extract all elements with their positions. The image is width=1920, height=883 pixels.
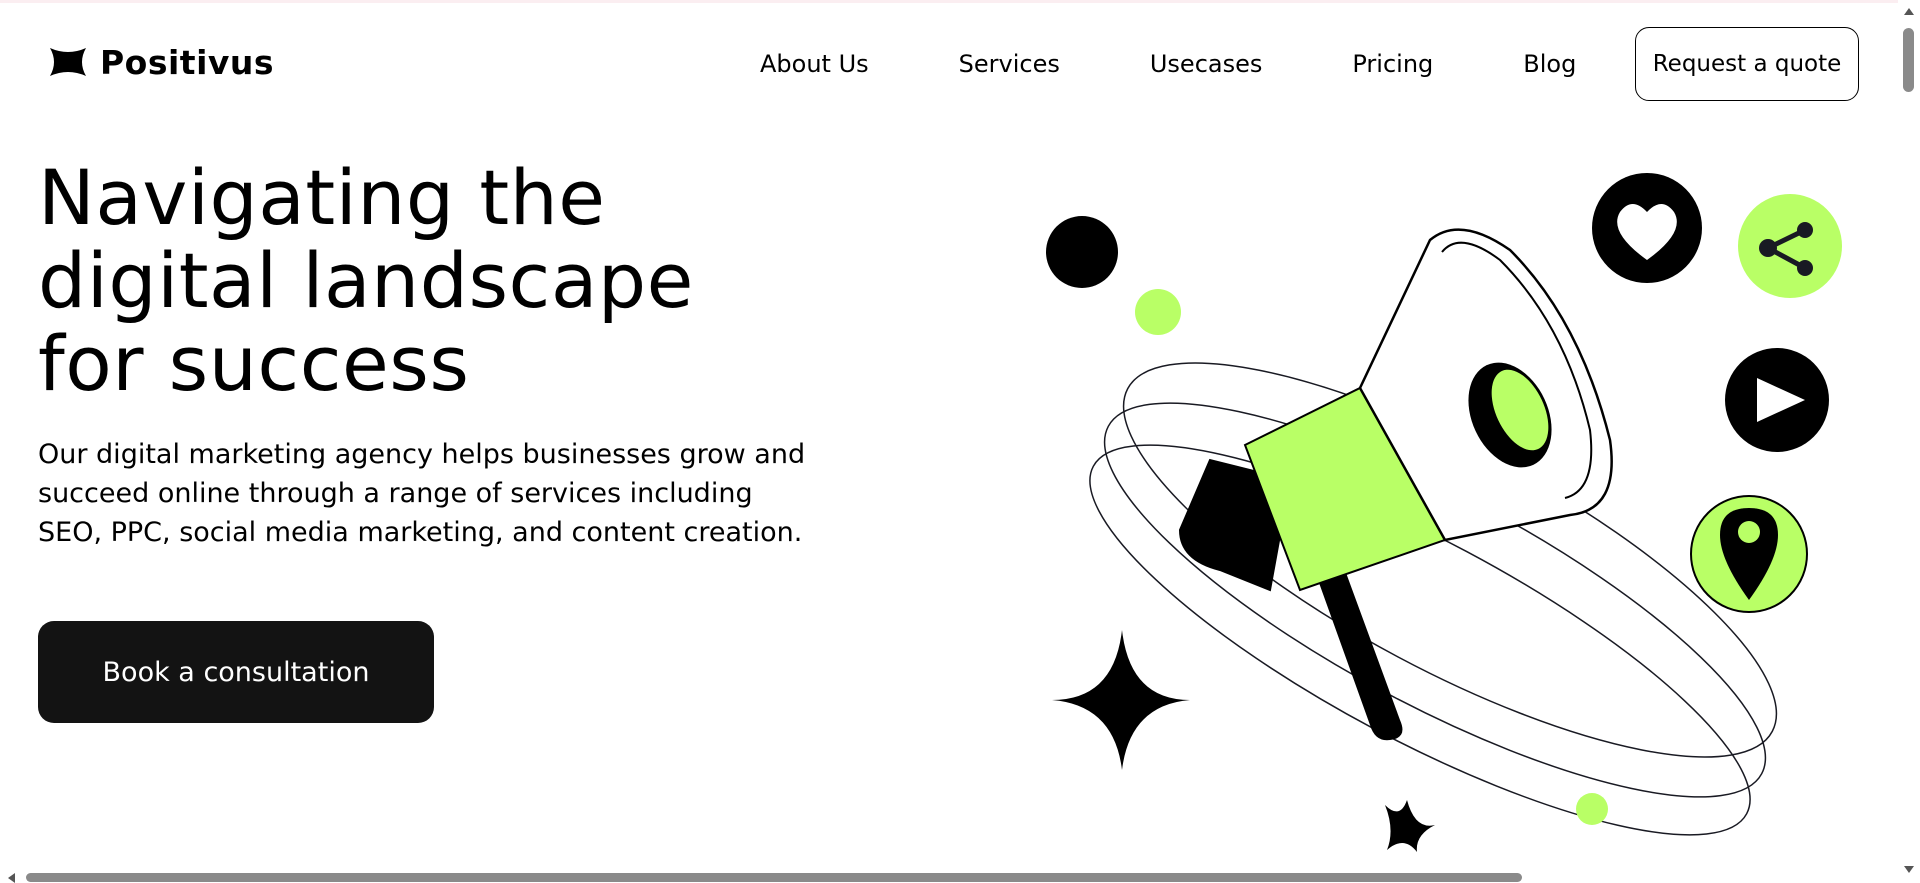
hero-title: Navigating the digital landscape for suc… [38,156,838,405]
scrollbar-thumb[interactable] [1903,28,1914,92]
green-dot-small [1576,793,1608,825]
nav-usecases[interactable]: Usecases [1150,48,1263,80]
request-quote-button[interactable]: Request a quote [1635,27,1859,101]
hero-title-line: for success [38,319,470,408]
nav-about-us[interactable]: About Us [760,48,869,80]
scroll-up-icon[interactable] [1904,8,1914,15]
scroll-left-icon[interactable] [8,873,15,883]
book-consultation-button[interactable]: Book a consultation [38,621,434,723]
green-dot [1135,289,1181,335]
sparkle-star-icon [1052,630,1190,770]
nav-pricing[interactable]: Pricing [1352,48,1433,80]
main-nav: About Us Services Usecases Pricing Blog [760,48,1622,80]
share-icon [1738,194,1842,298]
hero-description: Our digital marketing agency helps busin… [38,439,806,548]
black-dot [1046,216,1118,288]
hero-title-line: digital landscape [38,236,694,325]
vertical-scrollbar[interactable] [1898,0,1920,883]
location-pin-icon [1690,495,1808,613]
megaphone-illustration [1046,173,1842,852]
nav-blog[interactable]: Blog [1523,48,1576,80]
star-logo-icon [50,48,86,76]
scroll-down-icon[interactable] [1904,866,1914,873]
logo-text: Positivus [100,42,275,82]
horizontal-scrollbar[interactable] [0,871,1898,883]
hero-title-line: Navigating the [38,153,606,242]
nav-services[interactable]: Services [959,48,1060,80]
megaphone-handle [1318,570,1403,741]
play-icon [1725,348,1829,452]
heart-icon [1592,173,1702,283]
scrollbar-thumb-horizontal[interactable] [26,873,1522,882]
small-star-icon [1385,800,1435,852]
logo-link[interactable]: Positivus [48,42,274,82]
top-border [0,0,1920,3]
